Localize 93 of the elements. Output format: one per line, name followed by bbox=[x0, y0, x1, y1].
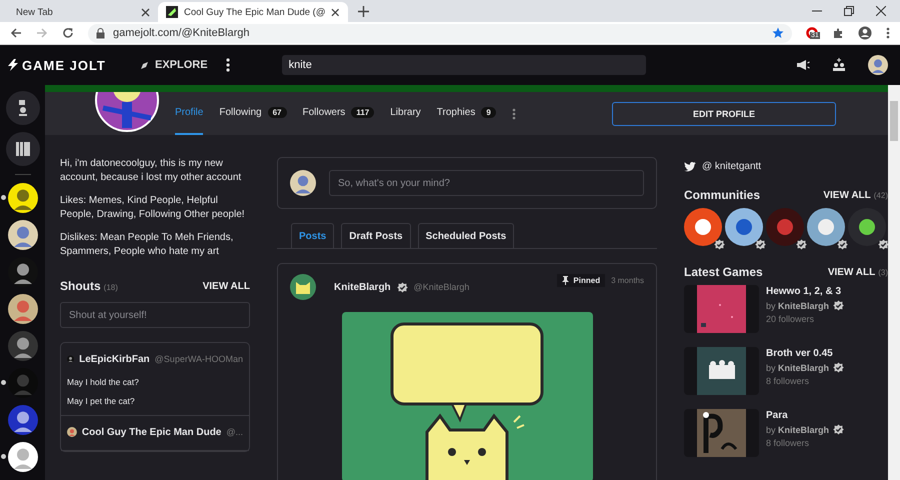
count-badge: 9 bbox=[481, 107, 496, 118]
game-author[interactable]: by KniteBlargh bbox=[766, 300, 830, 310]
site-icon bbox=[166, 6, 178, 18]
community-icon[interactable] bbox=[725, 208, 763, 246]
user-name[interactable]: KniteBlargh bbox=[334, 282, 391, 292]
profile-tab[interactable]: Trophies 9 bbox=[436, 92, 496, 135]
bird-icon bbox=[684, 162, 696, 172]
puzzle-icon[interactable] bbox=[832, 27, 844, 39]
scroll-thumb[interactable] bbox=[890, 101, 898, 141]
restore-icon[interactable] bbox=[844, 6, 854, 16]
new-tab-icon[interactable] bbox=[358, 6, 369, 17]
section-title: Communities bbox=[684, 188, 760, 202]
follower-count: 8 followers bbox=[766, 438, 810, 448]
bio-text: Dislikes: Mean People To Meh Friends, Spammers, People who hate my art bbox=[60, 231, 234, 259]
avatar[interactable] bbox=[8, 442, 38, 472]
browser-tab[interactable]: New Tab bbox=[8, 2, 158, 22]
megaphone-icon[interactable] bbox=[796, 59, 810, 71]
section-title: Shouts bbox=[60, 279, 101, 293]
twitter-handle[interactable]: @ knitetgantt bbox=[702, 161, 762, 172]
count-badge: 67 bbox=[268, 107, 287, 118]
tab-title: Cool Guy The Epic Man Dude (@ bbox=[184, 6, 326, 18]
avatar[interactable] bbox=[8, 331, 38, 361]
shout-text: May I pet the cat? bbox=[67, 396, 136, 406]
profile-tab[interactable]: Library bbox=[390, 92, 421, 135]
star-icon[interactable] bbox=[772, 27, 784, 39]
count-badge: 117 bbox=[351, 107, 374, 118]
community-icon[interactable] bbox=[807, 208, 845, 246]
community-icon[interactable] bbox=[848, 208, 886, 246]
tab-title: New Tab bbox=[16, 6, 54, 18]
people-icon[interactable] bbox=[832, 58, 846, 72]
count: (18) bbox=[104, 283, 118, 292]
bio-text: Likes: Memes, Kind People, Helpful People, Drawing, Following Other people! bbox=[60, 194, 246, 222]
reload-icon[interactable] bbox=[62, 27, 74, 39]
feed-tab[interactable]: Scheduled Posts bbox=[418, 223, 514, 248]
avatar bbox=[290, 170, 316, 196]
post-field[interactable]: So, what's on your mind? bbox=[329, 170, 644, 196]
edit-profile-button[interactable]: EDIT PROFILE bbox=[612, 102, 836, 126]
profile-tab[interactable]: Followers 117 bbox=[302, 92, 374, 135]
avatar bbox=[95, 92, 159, 132]
user-name[interactable]: Cool Guy The Epic Man Dude bbox=[82, 426, 222, 438]
avatar[interactable] bbox=[8, 183, 38, 213]
shout-text: May I hold the cat? bbox=[67, 377, 140, 387]
section-title: Latest Games bbox=[684, 265, 763, 279]
community-icon[interactable] bbox=[684, 208, 722, 246]
shout-field[interactable]: Shout at yourself! bbox=[60, 302, 250, 328]
feed-tab[interactable]: Posts bbox=[291, 223, 334, 248]
post-time: 3 months bbox=[611, 276, 644, 285]
avatar[interactable] bbox=[8, 294, 38, 324]
ring-icon bbox=[806, 27, 818, 39]
avatar bbox=[290, 274, 316, 300]
user-handle: @SuperWA-HOOMan bbox=[154, 354, 243, 364]
logo[interactable]: GAME JOLT bbox=[8, 58, 130, 72]
menu-icon[interactable] bbox=[886, 27, 890, 39]
game-title[interactable]: Para bbox=[766, 410, 844, 421]
profile-tab[interactable]: Profile bbox=[175, 92, 204, 135]
count: (42) bbox=[874, 190, 888, 200]
user-handle: @KniteBlargh bbox=[414, 282, 470, 292]
view-all-link[interactable]: VIEW ALL bbox=[823, 190, 871, 200]
close-icon[interactable] bbox=[141, 8, 150, 16]
game-author[interactable]: by KniteBlargh bbox=[766, 424, 830, 434]
game-title[interactable]: Broth ver 0.45 bbox=[766, 348, 844, 359]
robot-icon[interactable] bbox=[6, 91, 40, 125]
back-icon[interactable] bbox=[10, 27, 22, 39]
follower-count: 20 followers bbox=[766, 314, 816, 324]
game-author[interactable]: by KniteBlargh bbox=[766, 362, 830, 372]
scrollbar[interactable] bbox=[888, 85, 900, 480]
compass-icon bbox=[140, 60, 149, 70]
explore-button[interactable]: EXPLORE bbox=[130, 59, 208, 71]
game-title[interactable]: Hewwo 1, 2, & 3 bbox=[766, 286, 844, 297]
more-icon[interactable] bbox=[226, 58, 230, 72]
avatar[interactable] bbox=[8, 405, 38, 435]
account-icon[interactable] bbox=[858, 26, 872, 40]
close-icon[interactable] bbox=[876, 6, 886, 16]
bio-text: Hi, i'm datonecoolguy, this is my new account, because i lost my other account bbox=[60, 157, 242, 185]
close-icon[interactable] bbox=[331, 8, 340, 16]
pin-icon bbox=[562, 276, 570, 285]
address-field[interactable]: gamejolt.com/@KniteBlargh bbox=[88, 24, 792, 42]
user-handle: @... bbox=[226, 427, 243, 437]
count: (3) bbox=[878, 268, 888, 276]
bolt-icon bbox=[8, 59, 18, 71]
avatar[interactable] bbox=[8, 220, 38, 250]
library-icon[interactable] bbox=[6, 132, 40, 166]
avatar[interactable] bbox=[868, 55, 888, 75]
view-all-link[interactable]: VIEW ALL bbox=[828, 266, 876, 278]
pinned-badge: Pinned bbox=[557, 274, 606, 287]
lock-icon bbox=[96, 28, 105, 38]
feed-tab[interactable]: Draft Posts bbox=[341, 223, 411, 248]
search-field[interactable]: knite bbox=[282, 55, 646, 75]
browser-tab[interactable]: Cool Guy The Epic Man Dude (@ bbox=[158, 2, 348, 22]
profile-tab[interactable]: Following 67 bbox=[219, 92, 287, 135]
view-all-link[interactable]: VIEW ALL bbox=[202, 280, 250, 292]
follower-count: 8 followers bbox=[766, 376, 810, 386]
user-name[interactable]: LeEpicKirbFan bbox=[79, 354, 150, 364]
